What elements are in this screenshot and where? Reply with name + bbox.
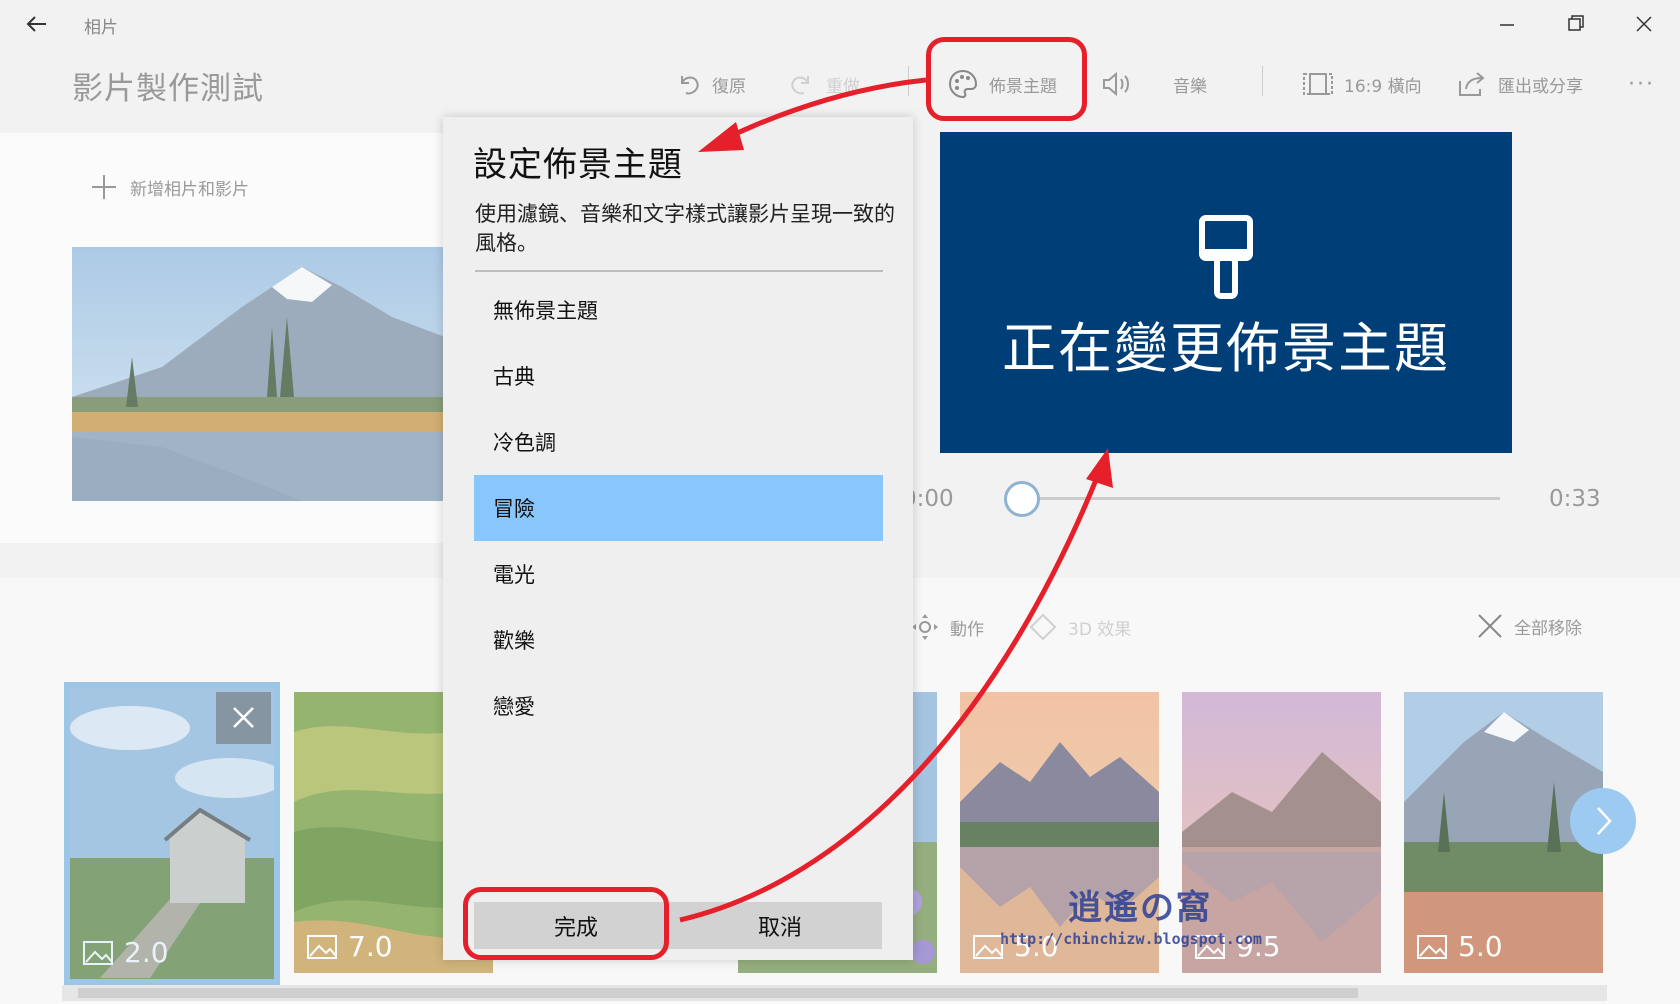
undo-button[interactable]: 復原	[674, 64, 746, 104]
media-library-panel: 新增相片和影片	[0, 133, 445, 543]
minimize-button[interactable]	[1485, 8, 1529, 40]
video-preview[interactable]: 正在變更佈景主題	[940, 132, 1512, 453]
plus-icon	[92, 175, 116, 199]
theme-option[interactable]: 歡樂	[474, 607, 883, 673]
motion-icon	[912, 614, 938, 640]
image-icon	[83, 940, 113, 965]
theme-option[interactable]: 戀愛	[474, 673, 883, 739]
aspect-ratio-icon	[1303, 73, 1333, 95]
add-media-button[interactable]: 新增相片和影片	[90, 173, 249, 201]
media-thumbnail[interactable]	[72, 247, 445, 501]
redo-label: 重做	[826, 76, 860, 97]
close-icon	[1636, 16, 1652, 32]
music-label-button[interactable]: 音樂	[1173, 64, 1207, 104]
image-icon	[307, 934, 337, 959]
music-label: 音樂	[1173, 76, 1207, 97]
redo-icon	[791, 76, 809, 95]
motion-label: 動作	[950, 619, 984, 640]
watermark-logo: 逍遙の窩	[1068, 888, 1212, 928]
theme-option[interactable]: 古典	[474, 343, 883, 409]
image-icon	[1417, 934, 1447, 959]
annotation-highlight-done	[463, 887, 669, 960]
aspect-ratio-button[interactable]: 16:9 橫向	[1302, 64, 1422, 104]
divider	[475, 270, 883, 272]
undo-icon	[681, 76, 699, 95]
share-icon	[1459, 72, 1485, 96]
restore-icon	[1568, 15, 1584, 31]
preview-overlay-text: 正在變更佈景主題	[1002, 317, 1450, 380]
watermark-url: http://chinchizw.blogspot.com	[1000, 930, 1262, 948]
3d-effects-icon	[1029, 613, 1057, 641]
seek-bar[interactable]	[1022, 497, 1500, 500]
back-arrow-icon	[26, 16, 46, 32]
remove-card-button[interactable]	[216, 692, 271, 744]
project-title[interactable]: 影片製作測試	[72, 63, 264, 108]
aspect-ratio-label: 16:9 橫向	[1344, 76, 1422, 97]
close-icon	[233, 707, 254, 728]
more-button[interactable]: ···	[1628, 64, 1655, 104]
minimize-icon	[1500, 24, 1514, 26]
card-duration: 5.0	[1416, 930, 1503, 963]
music-button[interactable]	[1100, 64, 1136, 104]
toolbar-separator	[1262, 66, 1263, 96]
undo-label: 復原	[712, 76, 746, 97]
cancel-button[interactable]: 取消	[678, 902, 882, 949]
add-media-label: 新增相片和影片	[130, 179, 249, 200]
toolbar-separator	[908, 66, 909, 96]
flyout-title: 設定佈景主題	[473, 145, 683, 185]
remove-all-button[interactable]: 全部移除	[1476, 612, 1582, 640]
card-duration: 2.0	[82, 936, 169, 969]
back-button[interactable]	[20, 8, 52, 40]
scrollbar-thumb[interactable]	[78, 988, 1358, 998]
seek-thumb[interactable]	[1004, 481, 1040, 517]
3d-effects-label: 3D 效果	[1068, 619, 1132, 640]
more-icon: ···	[1628, 71, 1655, 97]
storyboard-scrollbar[interactable]	[62, 985, 1607, 1001]
flyout-description: 使用濾鏡、音樂和文字樣式讓影片呈現一致的風格。	[475, 202, 895, 255]
theme-option-selected[interactable]: 冒險	[474, 475, 883, 541]
remove-all-label: 全部移除	[1514, 618, 1582, 639]
storyboard-next-button[interactable]	[1570, 788, 1636, 854]
mountain-lake-image	[72, 247, 445, 501]
motion-button[interactable]: 動作	[910, 612, 984, 642]
annotation-highlight-theme	[926, 37, 1087, 121]
close-icon	[1478, 614, 1502, 638]
export-button[interactable]: 匯出或分享	[1456, 64, 1583, 104]
app-title: 相片	[84, 18, 118, 38]
theme-flyout: 設定佈景主題 使用濾鏡、音樂和文字樣式讓影片呈現一致的風格。 無佈景主題 古典 …	[443, 117, 913, 960]
paintbrush-icon	[1199, 215, 1253, 299]
theme-option[interactable]: 電光	[474, 541, 883, 607]
theme-list: 無佈景主題 古典 冷色調 冒險 電光 歡樂 戀愛	[474, 277, 883, 739]
export-label: 匯出或分享	[1498, 76, 1583, 97]
theme-option[interactable]: 無佈景主題	[474, 277, 883, 343]
theme-option[interactable]: 冷色調	[474, 409, 883, 475]
speaker-icon	[1103, 71, 1129, 97]
3d-effects-button[interactable]: 3D 效果	[1028, 612, 1131, 642]
restore-button[interactable]	[1553, 8, 1597, 40]
chevron-right-icon	[1597, 807, 1612, 835]
card-duration: 7.0	[306, 930, 393, 963]
redo-button[interactable]: 重做	[788, 64, 860, 104]
total-duration: 0:33	[1549, 486, 1601, 512]
close-button[interactable]	[1622, 8, 1666, 40]
title-bar: 相片	[0, 0, 1680, 50]
